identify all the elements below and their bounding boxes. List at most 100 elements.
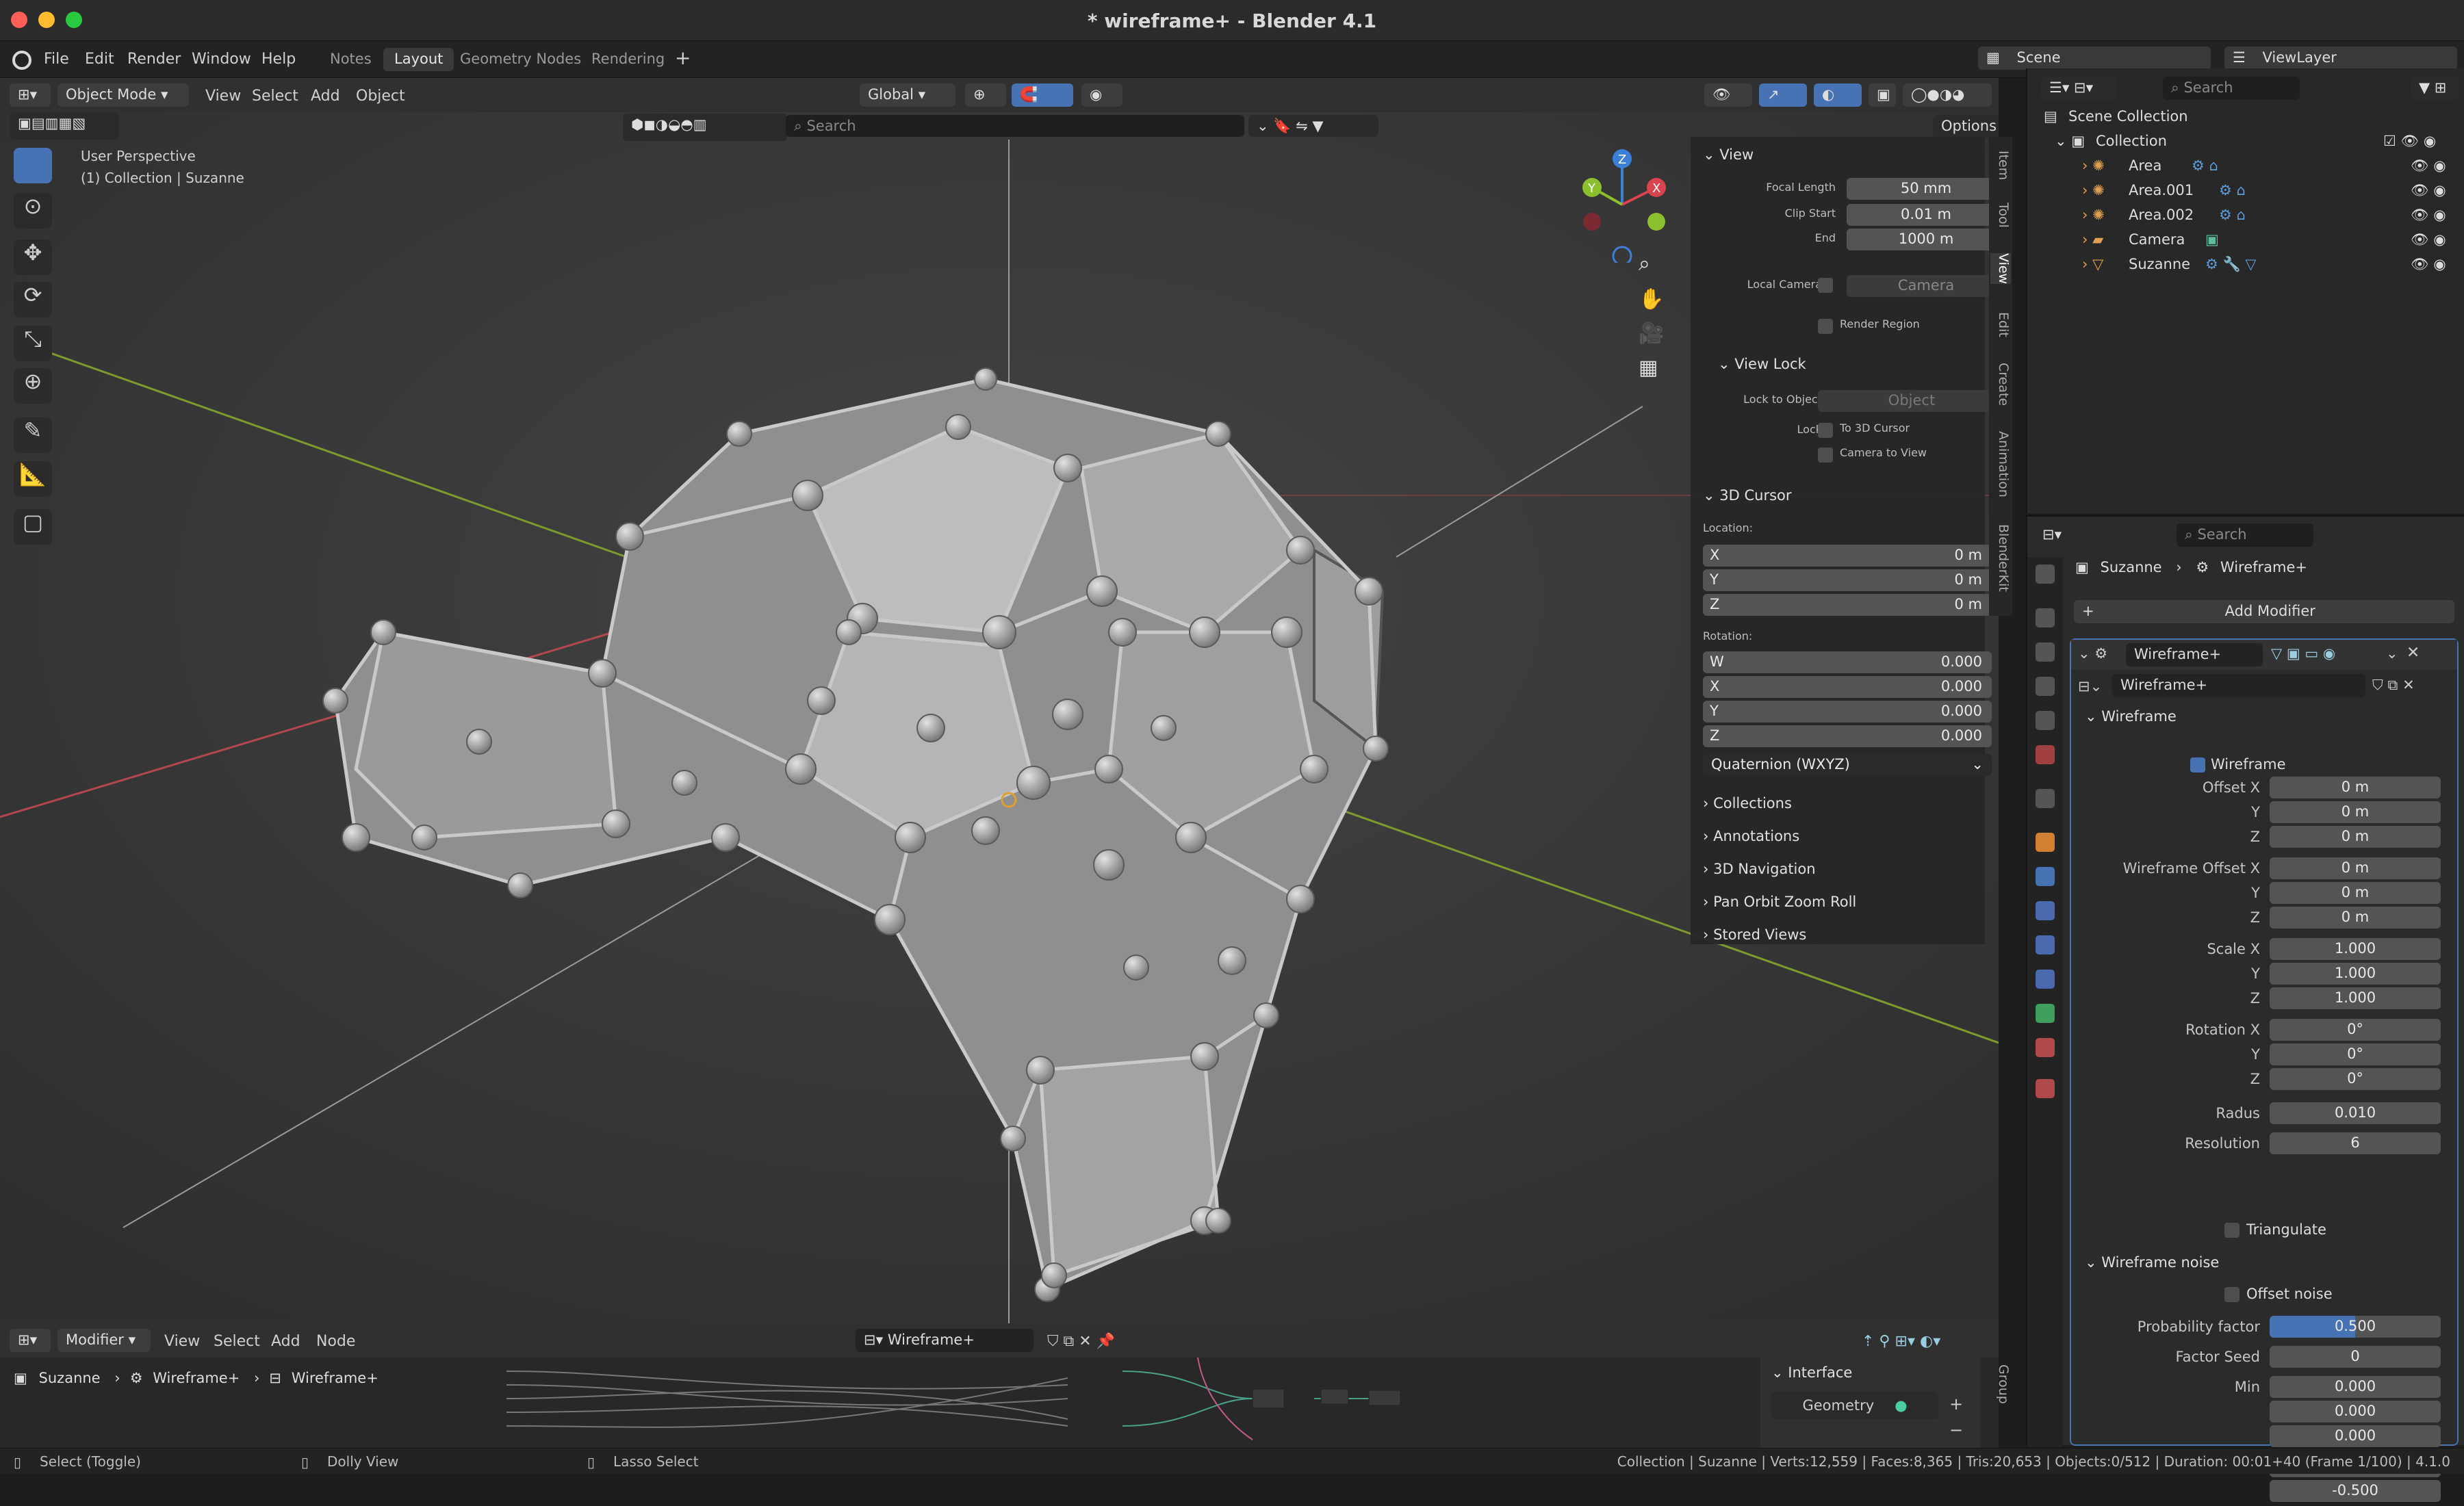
wireframe-panel-header[interactable]: ⌄ Wireframe <box>2085 708 2177 725</box>
viewport-menu-object[interactable]: Object <box>356 88 405 105</box>
transform-tool-icon[interactable]: ⊕ <box>14 368 52 404</box>
modifier-name-field[interactable]: Wireframe+ <box>2126 643 2263 666</box>
clip-start-field[interactable]: 0.01 m <box>1847 204 2005 226</box>
noise-field[interactable]: 0 <box>2270 1346 2441 1368</box>
node-menu-add[interactable]: Add <box>271 1333 300 1350</box>
cursor-tool-icon[interactable]: ⊙ <box>14 193 52 229</box>
property-field[interactable]: 0 m <box>2270 857 2441 879</box>
move-tool-icon[interactable]: ✥ <box>14 239 52 275</box>
add-modifier-button[interactable]: + Add Modifier <box>2074 600 2454 623</box>
outliner-display-mode-icon[interactable]: ☰▾ ⊟▾ <box>2041 77 2116 100</box>
pivot-icon[interactable]: ⊕ <box>965 83 1006 107</box>
cursor-location-z[interactable]: Z0 m <box>1703 594 1992 616</box>
editor-type-button[interactable]: ⊞▾ <box>10 83 51 107</box>
annotations-section[interactable]: › Annotations <box>1703 828 1799 844</box>
menu-render[interactable]: Render <box>127 51 181 68</box>
ortho-toggle-icon[interactable]: ▦ <box>1639 356 1658 380</box>
tool-tab-icon[interactable] <box>2036 564 2055 584</box>
lock-object-field[interactable]: Object <box>1818 390 2005 412</box>
probability-factor-slider[interactable]: 0.500 <box>2270 1316 2441 1338</box>
visibility-icon[interactable]: 👁 <box>1704 83 1752 107</box>
remove-modifier-icon[interactable]: ✕ <box>2407 644 2420 662</box>
tab-rendering[interactable]: Rendering <box>580 48 676 71</box>
remove-socket-icon[interactable]: − <box>1949 1420 1963 1440</box>
outliner-item-camera[interactable]: › ▰ Camera ▣ 👁 ◉ <box>2027 231 2464 256</box>
tab-edit[interactable]: Edit <box>1990 312 2011 337</box>
property-field[interactable]: 0 m <box>2270 801 2441 823</box>
property-field[interactable]: 6 <box>2270 1132 2441 1154</box>
tab-view[interactable]: View <box>1990 253 2011 285</box>
node-menu-view[interactable]: View <box>164 1333 200 1350</box>
navigation-gizmo[interactable]: Z X Y <box>1567 146 1677 266</box>
property-field[interactable]: 0 m <box>2270 882 2441 904</box>
world-tab-icon[interactable] <box>2036 745 2055 764</box>
select-box-tool-icon[interactable] <box>14 148 52 183</box>
pan-view-icon[interactable]: ✋ <box>1639 287 1664 311</box>
property-field[interactable]: 0° <box>2270 1043 2441 1065</box>
property-field[interactable]: 0° <box>2270 1068 2441 1090</box>
viewport-search-input[interactable]: ⌕ Search <box>786 115 1244 137</box>
tab-notes[interactable]: Notes <box>319 48 383 71</box>
local-camera-field[interactable]: Camera <box>1847 275 2005 297</box>
object-filter-icons[interactable]: ⬢◼◑◒◓▥ <box>623 114 787 141</box>
blender-logo-icon[interactable] <box>12 51 31 70</box>
scene-tab-icon[interactable] <box>2036 711 2055 730</box>
wireframe-noise-header[interactable]: ⌄ Wireframe noise <box>2085 1254 2219 1271</box>
add-cube-tool-icon[interactable]: ▢ <box>14 509 52 545</box>
render-region-checkbox[interactable] <box>1818 319 1833 334</box>
node-editor-type-button[interactable]: ⊞▾ <box>10 1329 51 1352</box>
constraints-tab-icon[interactable] <box>2036 970 2055 989</box>
rotation-mode-dropdown[interactable]: Quaternion (WXYZ) ⌄ <box>1703 754 1992 776</box>
viewport-menu-add[interactable]: Add <box>311 88 340 105</box>
overlay-toggle-icon[interactable]: ◐ <box>1814 83 1862 107</box>
view-layer-selector[interactable]: ☰ ViewLayer <box>2224 47 2457 70</box>
menu-file[interactable]: File <box>44 51 69 68</box>
outliner-filter-icon[interactable]: ▼ ⊞ <box>2411 77 2459 100</box>
render-tab-icon[interactable] <box>2036 608 2055 627</box>
cursor-rotation-z[interactable]: Z 0.000 <box>1703 725 1992 747</box>
outliner-search-input[interactable]: ⌕ Search <box>2163 77 2300 100</box>
property-field[interactable]: 1.000 <box>2270 963 2441 985</box>
node-group-selector[interactable]: ⊟▾ Wireframe+ <box>856 1329 1034 1352</box>
snap-icon[interactable]: 🧲 <box>1012 83 1073 107</box>
collection-tab-icon[interactable] <box>2036 789 2055 808</box>
outliner-item-area[interactable]: › ✺ Area ⚙ ⌂ 👁 ◉ <box>2027 157 2464 182</box>
pan-orbit-zoom-roll-section[interactable]: › Pan Orbit Zoom Roll <box>1703 894 1856 910</box>
property-field[interactable]: 0.010 <box>2270 1102 2441 1124</box>
add-workspace-icon[interactable]: + <box>675 47 691 69</box>
data-tab-icon[interactable] <box>2036 1004 2055 1023</box>
interface-header[interactable]: ⌄ Interface <box>1771 1364 1852 1381</box>
annotate-tool-icon[interactable]: ✎ <box>14 417 52 453</box>
viewport-filter-icons[interactable]: ⌄ 🔖 ⇋ ▼ <box>1248 115 1378 137</box>
menu-help[interactable]: Help <box>261 51 296 68</box>
options-button[interactable]: Options <box>1933 115 1999 138</box>
offset-noise-checkbox[interactable] <box>2224 1287 2240 1302</box>
node-menu-select[interactable]: Select <box>214 1333 260 1350</box>
cursor-location-x[interactable]: X0 m <box>1703 545 1992 567</box>
node-group-icon[interactable]: ⊟⌄ <box>2078 678 2102 694</box>
noise-field[interactable]: 0.000 <box>2270 1401 2441 1423</box>
menu-window[interactable]: Window <box>192 51 251 68</box>
property-field[interactable]: 1.000 <box>2270 938 2441 960</box>
mode-dropdown[interactable]: Object Mode ▾ <box>57 83 189 107</box>
menu-edit[interactable]: Edit <box>85 51 114 68</box>
property-field[interactable]: 0 m <box>2270 826 2441 848</box>
node-overlay-icons[interactable]: ⇡ ⚲ ⊞▾ ◐▾ <box>1862 1333 1940 1350</box>
output-tab-icon[interactable] <box>2036 642 2055 662</box>
node-menu-node[interactable]: Node <box>316 1333 355 1350</box>
zoom-view-icon[interactable]: ⌕ <box>1639 252 1650 276</box>
tab-create[interactable]: Create <box>1990 363 2011 406</box>
node-group-field[interactable]: Wireframe+ <box>2112 674 2365 697</box>
node-graph[interactable] <box>506 1358 1451 1448</box>
scale-tool-icon[interactable]: ⤡ <box>14 326 52 361</box>
collection-row[interactable]: ⌄ ▣ Collection ☑ 👁 ◉ <box>2027 133 2464 157</box>
cursor-rotation-y[interactable]: Y 0.000 <box>1703 701 1992 723</box>
noise-field[interactable]: -0.500 <box>2270 1480 2441 1502</box>
rotate-tool-icon[interactable]: ⟳ <box>14 282 52 317</box>
scene-selector[interactable]: ▦ Scene <box>1978 47 2211 70</box>
wireframe-checkbox[interactable] <box>2190 757 2205 773</box>
tab-item[interactable]: Item <box>1990 151 2011 180</box>
view-lock-header[interactable]: ⌄ View Lock <box>1718 356 1806 372</box>
3d-cursor-header[interactable]: ⌄ 3D Cursor <box>1703 487 1792 504</box>
tab-animation[interactable]: Animation <box>1990 431 2011 497</box>
